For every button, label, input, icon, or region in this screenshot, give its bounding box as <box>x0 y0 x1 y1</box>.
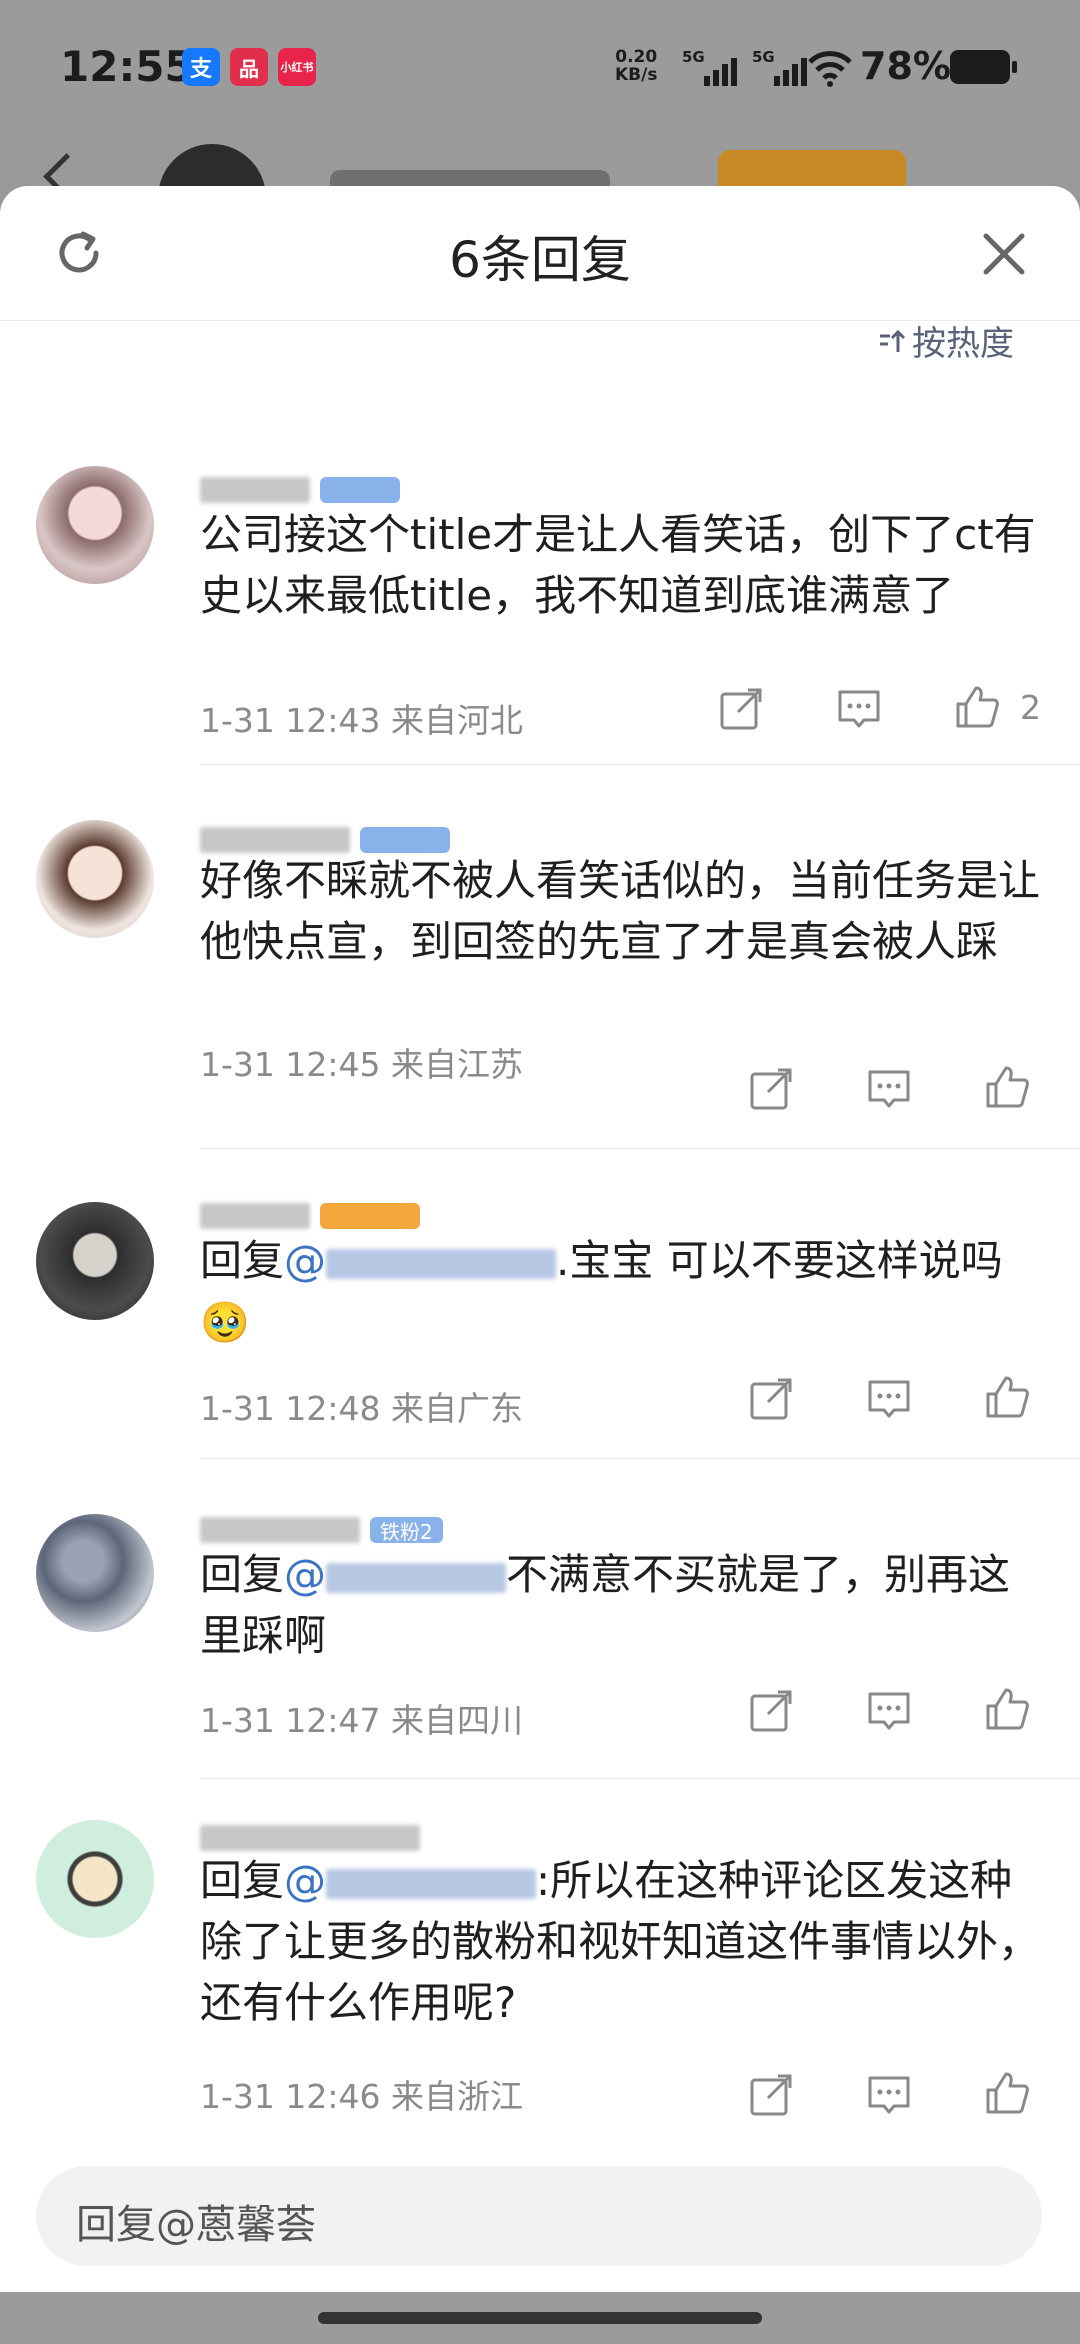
comment-icon[interactable] <box>836 686 882 732</box>
comment-meta: 1-31 12:48 来自广东 <box>200 1382 523 1430</box>
signal-5g-icon: 5G <box>682 48 737 86</box>
sheet-title: 6条回复 <box>449 231 631 289</box>
comment-time: 1-31 12:46 <box>200 2077 381 2116</box>
sort-label: 按热度 <box>912 324 1014 364</box>
sheet-header: 6条回复 <box>0 186 1080 321</box>
avatar[interactable] <box>36 1820 154 1938</box>
reply-prefix: 回复 <box>200 1856 285 1905</box>
sort-icon <box>880 329 906 352</box>
comment-text: 公司接这个title才是让人看笑话，创下了ct有史以来最低title，我不知道到… <box>200 510 1036 620</box>
pinduoduo-icon: 品 <box>230 48 268 86</box>
comment-location: 来自广东 <box>391 1389 523 1428</box>
avatar[interactable] <box>36 466 154 584</box>
close-icon[interactable] <box>980 230 1028 278</box>
comment-item: 公司接这个title才是让人看笑话，创下了ct有史以来最低title，我不知道到… <box>0 426 1080 740</box>
divider <box>200 1778 1080 1779</box>
mention-redacted <box>326 1248 557 1279</box>
comment-icon[interactable] <box>866 1376 912 1422</box>
comment-location: 来自四川 <box>391 1701 523 1740</box>
like-icon[interactable] <box>984 1686 1030 1732</box>
signal-5g-icon: 5G <box>752 48 807 86</box>
comment-meta: 1-31 12:43 来自河北 <box>200 694 523 742</box>
comment-location: 来自江苏 <box>391 1045 523 1084</box>
comment-time: 1-31 12:43 <box>200 701 381 740</box>
mention-redacted <box>326 1868 537 1899</box>
share-icon[interactable] <box>748 1376 794 1422</box>
comment-meta: 1-31 12:46 来自浙江 <box>200 2070 523 2118</box>
comment-icon[interactable] <box>866 1066 912 1112</box>
comment-time: 1-31 12:45 <box>200 1045 381 1084</box>
wifi-icon <box>808 51 852 87</box>
comment-location: 来自河北 <box>391 701 523 740</box>
avatar[interactable] <box>36 1202 154 1320</box>
emoji: 🥹 <box>200 1300 250 1346</box>
like-icon[interactable] <box>954 684 1000 730</box>
share-icon[interactable] <box>748 1066 794 1112</box>
reply-prefix: 回复 <box>200 1550 285 1599</box>
mention-redacted <box>326 1562 507 1593</box>
status-bar: 12:55 支 品 小红书 0.20 KB/s 5G 5G 78% <box>0 0 1080 140</box>
comment-icon[interactable] <box>866 1688 912 1734</box>
reply-input[interactable]: 回复@蒽馨荟 <box>36 2166 1042 2266</box>
svg-text:5G: 5G <box>682 48 705 66</box>
mention-link[interactable]: @ <box>284 1236 326 1285</box>
avatar[interactable] <box>36 1514 154 1632</box>
share-icon[interactable] <box>748 1688 794 1734</box>
like-count: 2 <box>1020 688 1041 727</box>
home-indicator[interactable] <box>318 2312 762 2324</box>
comment-text: 回复@ 不满意不买就是了，别再这里踩啊 <box>200 1544 1050 1666</box>
share-icon[interactable] <box>718 686 764 732</box>
comment-location: 来自浙江 <box>391 2077 523 2116</box>
avatar[interactable] <box>36 820 154 938</box>
svg-text:5G: 5G <box>752 48 775 66</box>
comment-time: 1-31 12:48 <box>200 1389 381 1428</box>
comment-icon[interactable] <box>866 2072 912 2118</box>
network-speed-unit: KB/s <box>615 65 658 85</box>
comment-meta: 1-31 12:47 来自四川 <box>200 1694 523 1742</box>
fan-badge: 铁粉2 <box>370 1517 443 1544</box>
battery-percent: 78% <box>860 44 951 88</box>
gesture-nav-area <box>0 2292 1080 2344</box>
alipay-icon: 支 <box>182 48 220 86</box>
reply-prefix: 回复 <box>200 1236 285 1285</box>
comment-item: 回复@:所以在这种评论区发这种除了让更多的散粉和视奸知道这件事情以外，还有什么作… <box>0 1810 1080 2130</box>
comment-time: 1-31 12:47 <box>200 1701 381 1740</box>
mention-link[interactable]: @ <box>284 1550 326 1599</box>
comment-meta: 1-31 12:45 来自江苏 <box>200 1038 523 1086</box>
divider <box>200 1458 1080 1459</box>
like-icon[interactable] <box>984 1064 1030 1110</box>
comment-item: 好像不睬就不被人看笑话似的，当前任务是让他快点宣，到回签的先宣了才是真会被人踩 … <box>0 806 1080 1096</box>
xiaohongshu-icon: 小红书 <box>278 48 316 86</box>
comment-item: 回复@ .宝宝 可以不要这样说吗 🥹 1-31 12:48 来自广东 <box>0 1186 1080 1446</box>
network-speed-value: 0.20 <box>615 47 658 67</box>
network-speed: 0.20 KB/s <box>615 48 657 84</box>
replies-sheet: 6条回复 按热度 公司接这个title才是让人看笑话，创下了ct有史以来最低ti… <box>0 186 1080 2292</box>
share-icon[interactable] <box>748 2072 794 2118</box>
mention-link[interactable]: @ <box>284 1856 326 1905</box>
battery-icon <box>950 50 1017 84</box>
like-icon[interactable] <box>984 2070 1030 2116</box>
divider <box>200 764 1080 765</box>
reply-input-placeholder: 回复@蒽馨荟 <box>76 2202 316 2248</box>
status-time: 12:55 <box>60 42 194 91</box>
comment-item: 铁粉2 回复@ 不满意不买就是了，别再这里踩啊 1-31 12:47 来自四川 <box>0 1494 1080 1774</box>
reply-body: .宝宝 可以不要这样说吗 <box>556 1236 1003 1285</box>
comment-text: 好像不睬就不被人看笑话似的，当前任务是让他快点宣，到回签的先宣了才是真会被人踩 <box>200 856 1041 966</box>
comment-text: 回复@:所以在这种评论区发这种除了让更多的散粉和视奸知道这件事情以外，还有什么作… <box>200 1850 1050 2033</box>
divider <box>200 1148 1080 1149</box>
like-icon[interactable] <box>984 1374 1030 1420</box>
sort-toggle[interactable]: 按热度 <box>876 316 1014 365</box>
comment-text: 回复@ .宝宝 可以不要这样说吗 🥹 <box>200 1230 1050 1354</box>
